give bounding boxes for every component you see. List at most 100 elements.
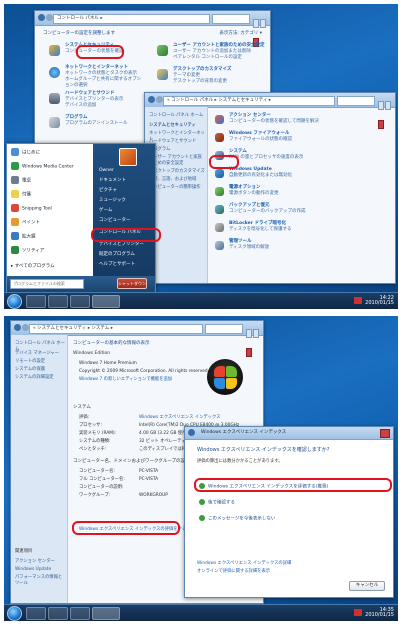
item-backup[interactable]: バックアップと復元 コンピューターのバックアップの作成: [229, 203, 389, 215]
category-link[interactable]: デバイスの追加: [65, 103, 145, 109]
search-input[interactable]: [205, 324, 243, 334]
category-programs[interactable]: プログラム プログラムのアンインストール: [65, 115, 145, 127]
category-personalization[interactable]: デスクトップのカスタマイズ テーマの変更 デスクトップの背景の変更: [173, 67, 265, 85]
start-place[interactable]: ピクチャ: [99, 188, 117, 194]
start-place[interactable]: ゲーム: [99, 208, 112, 214]
start-place[interactable]: Owner: [99, 168, 114, 174]
close-icon[interactable]: [380, 429, 390, 438]
start-place[interactable]: ドキュメント: [99, 178, 126, 184]
forward-arrow-icon[interactable]: [22, 324, 29, 331]
category-link[interactable]: プログラムのアンインストール: [65, 121, 145, 127]
sidebar-item[interactable]: システムの詳細設定: [15, 375, 54, 381]
tray-clock[interactable]: 14:35 2010/01/15: [365, 608, 394, 618]
search-input[interactable]: [212, 14, 250, 24]
sidebar-item[interactable]: 時計、言語、および地域: [149, 177, 196, 183]
item-link[interactable]: コンピューターのバックアップの作成: [229, 209, 389, 215]
start-item[interactable]: 付箋: [11, 190, 31, 199]
option-later[interactable]: 後で確認する: [199, 499, 235, 507]
item-system[interactable]: システム RAM の量とプロセッサの速度の表示: [229, 149, 389, 161]
minimize-icon[interactable]: [246, 329, 252, 338]
start-search-input[interactable]: プログラムとファイルの検索: [10, 279, 84, 289]
start-item[interactable]: 拡大鏡: [11, 232, 36, 241]
action-center-flag-icon[interactable]: [354, 297, 362, 304]
category-link[interactable]: ペアレンタル コントロールの設定: [173, 55, 265, 61]
dialog-link[interactable]: Windows エクスペリエンス インデックスの詳細: [197, 561, 291, 567]
start-orb-icon[interactable]: [7, 294, 22, 309]
option-never[interactable]: このメッセージを今後表示しない: [199, 515, 275, 523]
search-input[interactable]: [337, 96, 375, 106]
item-bitlocker[interactable]: BitLocker ドライブ暗号化 ディスクを暗号化して保護する: [229, 221, 389, 233]
start-place[interactable]: ヘルプとサポート: [99, 262, 135, 268]
start-item[interactable]: Snipping Tool: [11, 204, 52, 213]
start-place[interactable]: 既定のプログラム: [99, 252, 135, 258]
start-place[interactable]: デバイスとプリンター: [99, 242, 144, 248]
item-windows-update[interactable]: Windows Update 自動更新の有効化または無効化: [229, 167, 389, 179]
category-link[interactable]: デスクトップの背景の変更: [173, 79, 265, 85]
sidebar-item[interactable]: ハードウェアとサウンド: [149, 139, 196, 145]
taskbar-media-icon[interactable]: [70, 295, 90, 308]
sidebar-item[interactable]: コンピューターの簡単操作: [149, 185, 201, 191]
back-arrow-icon[interactable]: [148, 96, 155, 103]
start-item[interactable]: ソリティア: [11, 246, 44, 255]
taskbar-window-icon[interactable]: [92, 607, 120, 620]
action-center-flag-icon[interactable]: [354, 609, 362, 616]
category-user-accounts[interactable]: ユーザー アカウントと家族のための安全設定 ユーザー アカウントの追加または削除…: [173, 43, 265, 61]
item-link[interactable]: 電源ボタンの動作の変更: [229, 191, 389, 197]
sidebar-item[interactable]: デバイス マネージャー: [15, 351, 59, 357]
close-icon[interactable]: [246, 348, 252, 357]
sidebar-item[interactable]: デスクトップのカスタマイズ: [149, 169, 205, 175]
start-place[interactable]: コンピューター: [99, 218, 131, 224]
item-firewall[interactable]: Windows ファイアウォール ファイアウォールの状態の確認: [229, 131, 389, 143]
back-arrow-icon[interactable]: [14, 324, 21, 331]
back-arrow-icon[interactable]: [188, 429, 195, 436]
sidebar-item[interactable]: システムとセキュリティ: [149, 123, 196, 129]
taskbar-media-icon[interactable]: [70, 607, 90, 620]
forward-arrow-icon[interactable]: [156, 96, 163, 103]
sidebar-item[interactable]: ユーザー アカウントと家族のための安全設定: [149, 155, 205, 167]
category-hardware[interactable]: ハードウェアとサウンド デバイスとプリンターの表示 デバイスの追加: [65, 91, 145, 109]
rating-link[interactable]: Windows エクスペリエンス インデックス: [139, 415, 220, 421]
sidebar-item[interactable]: システムの保護: [15, 367, 45, 373]
sidebar-item[interactable]: リモートの設定: [15, 359, 45, 365]
address-bar[interactable]: コントロール パネル ▸: [53, 14, 210, 24]
forward-arrow-icon[interactable]: [46, 14, 53, 21]
maximize-icon[interactable]: [385, 101, 391, 110]
item-power-options[interactable]: 電源オプション 電源ボタンの動作の変更: [229, 185, 389, 197]
taskbar-window-icon[interactable]: [92, 295, 120, 308]
maximize-icon[interactable]: [260, 19, 266, 28]
item-admin-tools[interactable]: 管理ツール ディスク領域の解放: [229, 239, 389, 251]
start-orb-icon[interactable]: [7, 606, 22, 621]
item-link[interactable]: 自動更新の有効化または無効化: [229, 173, 389, 179]
shutdown-button[interactable]: シャットダウン ▸: [117, 278, 147, 295]
upgrade-link[interactable]: Windows 7 の新しいエディションで機能を追加: [79, 377, 172, 383]
tray-clock[interactable]: 14:22 2010/01/15: [365, 296, 394, 306]
address-bar[interactable]: « システムとセキュリティ ▸ システム ▸: [29, 324, 203, 334]
item-link[interactable]: RAM の量とプロセッサの速度の表示: [229, 155, 389, 161]
taskbar-ie-icon[interactable]: [26, 295, 46, 308]
taskbar-ie-icon[interactable]: [26, 607, 46, 620]
taskbar-explorer-icon[interactable]: [48, 295, 68, 308]
start-item[interactable]: Windows Media Center: [11, 162, 74, 171]
avatar[interactable]: [119, 148, 137, 166]
address-bar[interactable]: « コントロール パネル ▸ システムとセキュリティ ▸: [163, 96, 335, 106]
cancel-button[interactable]: キャンセル: [349, 581, 385, 591]
see-also-link[interactable]: アクション センター: [15, 559, 55, 565]
item-link[interactable]: ファイアウォールの状態の確認: [229, 137, 389, 143]
all-programs[interactable]: ▸ すべてのプログラム: [11, 264, 55, 270]
back-arrow-icon[interactable]: [38, 14, 45, 21]
minimize-icon[interactable]: [253, 19, 259, 28]
dialog-link[interactable]: オンラインで評価に関する詳細を表示: [197, 569, 270, 575]
start-place[interactable]: ミュージック: [99, 198, 126, 204]
minimize-icon[interactable]: [378, 101, 384, 110]
view-by-dropdown[interactable]: 表示方法: カテゴリ ▾: [219, 31, 262, 37]
see-also-link[interactable]: Windows Update: [15, 567, 51, 573]
category-network[interactable]: ネットワークとインターネット ネットワークの状態とタスクの表示 ホームグループと…: [65, 65, 145, 89]
maximize-icon[interactable]: [253, 329, 259, 338]
sidebar-item[interactable]: コントロール パネル ホーム: [149, 113, 203, 119]
start-item[interactable]: はじめに: [11, 148, 40, 157]
item-link[interactable]: ディスクを暗号化して保護する: [229, 227, 389, 233]
start-item[interactable]: ペイント: [11, 218, 40, 227]
item-link[interactable]: ディスク領域の解放: [229, 245, 389, 251]
see-also-link[interactable]: パフォーマンスの情報とツール: [15, 575, 65, 587]
start-item[interactable]: 電卓: [11, 176, 31, 185]
